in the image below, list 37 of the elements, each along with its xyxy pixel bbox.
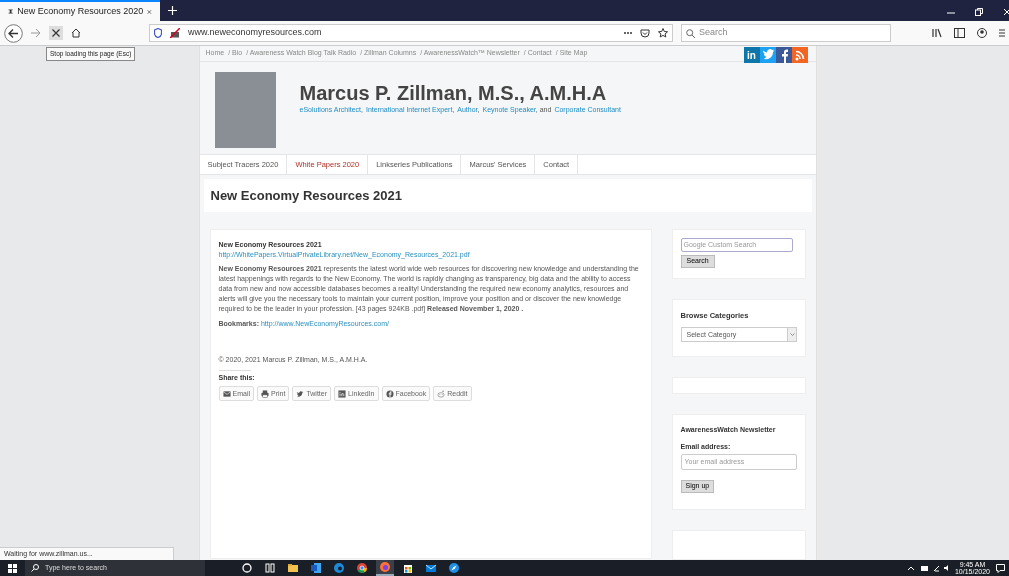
- page-title: New Economy Resources 2021: [210, 186, 402, 205]
- pocket-icon[interactable]: [640, 28, 650, 38]
- shield-icon: [154, 28, 162, 38]
- search-icon: [31, 564, 39, 572]
- facebook-icon: [385, 389, 394, 398]
- firefox-taskbar-icon[interactable]: [376, 560, 394, 576]
- notification-icon[interactable]: [996, 563, 1005, 573]
- restore-icon[interactable]: [975, 8, 983, 16]
- home-icon[interactable]: [71, 28, 81, 38]
- menu-icon[interactable]: [999, 29, 1005, 37]
- tab-favicon-icon: [8, 7, 14, 16]
- new-tab-icon[interactable]: [168, 6, 177, 15]
- library-icon[interactable]: [932, 28, 942, 38]
- tray-icons-drawing: [906, 564, 949, 572]
- tab-title: New Economy Resources 2020: [17, 4, 144, 18]
- sidebar-icon[interactable]: [954, 28, 965, 38]
- twitter-icon: [296, 389, 305, 398]
- url-text: www.neweconomyresources.com: [188, 26, 322, 40]
- linkedin-icon[interactable]: in: [743, 47, 760, 63]
- search-icon: [686, 28, 695, 38]
- print-icon: [261, 389, 269, 398]
- stop-icon[interactable]: [49, 26, 63, 40]
- address-bar[interactable]: www.neweconomyresources.com: [149, 24, 673, 42]
- account-icon[interactable]: [977, 28, 987, 38]
- site-title: Marcus P. Zillman, M.S., A.M.H.A: [299, 83, 608, 104]
- browser-tab[interactable]: New Economy Resources 2020: [0, 0, 160, 21]
- reddit-icon: [437, 389, 446, 398]
- back-icon[interactable]: [4, 23, 23, 43]
- close-icon[interactable]: [1003, 8, 1009, 16]
- search-field[interactable]: Search: [681, 24, 891, 42]
- windows-start-icon[interactable]: [8, 563, 17, 573]
- email-icon: [222, 389, 231, 398]
- insecure-lock-icon: [170, 28, 180, 38]
- linkedin-icon: [338, 389, 347, 398]
- star-icon[interactable]: [658, 28, 668, 38]
- forward-icon[interactable]: [31, 28, 41, 38]
- search-placeholder: Search: [699, 26, 728, 40]
